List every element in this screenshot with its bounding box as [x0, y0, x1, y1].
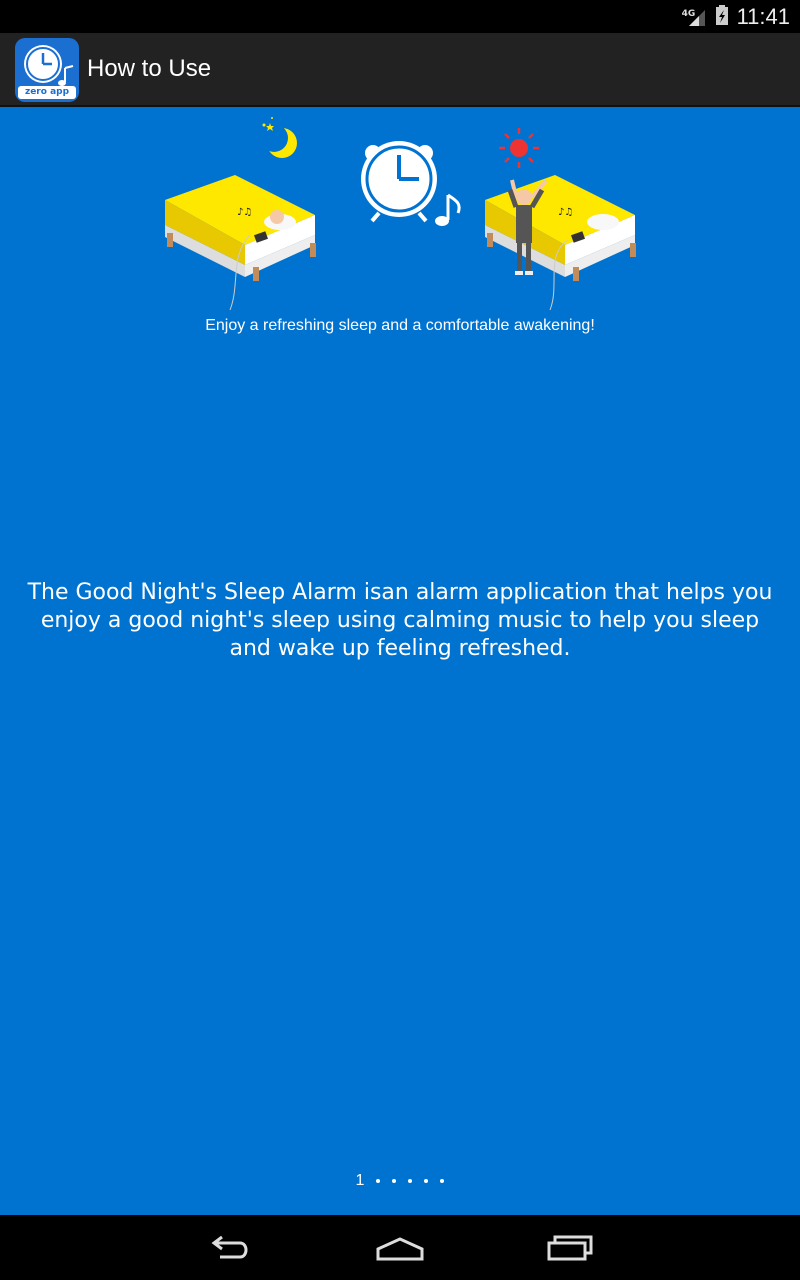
- page-indicator: 1: [0, 1172, 800, 1190]
- page-indicator-dot: [424, 1179, 429, 1183]
- recents-button[interactable]: [530, 1225, 610, 1270]
- home-icon: [376, 1236, 424, 1260]
- page-indicator-dot: [392, 1179, 397, 1183]
- clock-icon: [361, 141, 437, 223]
- page-indicator-dot: [408, 1179, 413, 1183]
- bed-right: ♪♫: [485, 175, 636, 311]
- illustration-caption: Enjoy a refreshing sleep and a comfortab…: [205, 317, 595, 334]
- moon-icon: [260, 117, 297, 158]
- page-indicator-current: 1: [355, 1172, 365, 1189]
- tutorial-page[interactable]: ♪♫ ♪♫ Enjoy a refreshing sleep and a com…: [0, 107, 800, 1215]
- bed-left: ♪♫: [165, 175, 316, 311]
- music-note-icon: [435, 193, 461, 226]
- action-bar: zero app How to Use: [0, 33, 800, 107]
- status-icons: 4G 11:41: [681, 0, 790, 33]
- page-indicator-dot: [376, 1179, 381, 1183]
- app-icon[interactable]: zero app: [15, 38, 79, 102]
- signal-icon: 4G: [681, 6, 707, 28]
- sleep-illustration: ♪♫ ♪♫: [165, 117, 636, 311]
- page-title: How to Use: [87, 55, 212, 82]
- page-indicator-dot: [440, 1179, 445, 1183]
- recents-icon: [547, 1235, 593, 1260]
- back-icon: [211, 1235, 248, 1258]
- home-button[interactable]: [360, 1225, 440, 1270]
- description-text: The Good Night's Sleep Alarm isan alarm …: [27, 580, 773, 661]
- app-icon-label: zero app: [24, 87, 70, 97]
- sun-icon: [499, 128, 539, 168]
- status-bar: 4G 11:41: [0, 0, 800, 33]
- navigation-bar: [0, 1215, 800, 1280]
- battery-icon: [715, 4, 729, 30]
- network-type: 4G: [681, 8, 696, 19]
- svg-text:♪♫: ♪♫: [558, 207, 573, 218]
- svg-text:♪♫: ♪♫: [237, 207, 252, 218]
- back-button[interactable]: [190, 1225, 270, 1270]
- clock: 11:41: [736, 3, 790, 29]
